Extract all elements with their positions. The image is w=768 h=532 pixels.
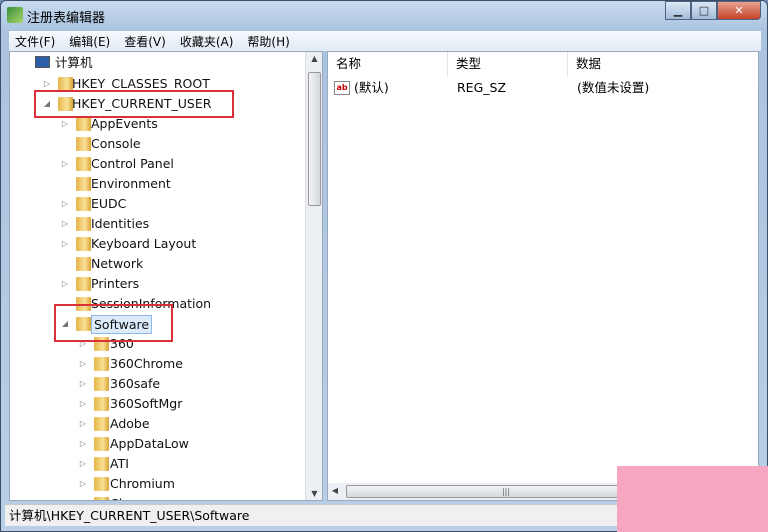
registry-editor-window: 注册表编辑器 ▁ □ ✕ 文件(F) 编辑(E) 查看(V) 收藏夹(A) 帮助… [0,0,768,532]
highlight-box-hkcu [34,90,234,118]
folder-icon [76,197,91,211]
folder-icon [94,357,109,371]
tree-node-label[interactable]: Keyboard Layout [91,234,196,254]
value-data: (数值未设置) [577,80,650,95]
expand-arrow-icon[interactable]: ▷ [78,474,88,494]
expand-arrow-icon[interactable]: ▷ [60,154,70,174]
tree-node-label[interactable]: 360safe [110,374,160,394]
folder-icon [76,177,91,191]
folder-icon [94,457,109,471]
folder-icon [76,157,91,171]
expand-arrow-icon[interactable]: ▷ [78,434,88,454]
folder-icon [94,377,109,391]
expand-arrow-icon[interactable]: ▷ [78,414,88,434]
expand-arrow-icon[interactable]: ▷ [78,354,88,374]
expand-arrow-icon[interactable]: ▷ [78,394,88,414]
expand-arrow-icon[interactable]: ▷ [60,214,70,234]
expand-arrow-icon[interactable]: ▷ [60,274,70,294]
menu-edit[interactable]: 编辑(E) [63,33,116,50]
column-header-data[interactable]: 数据 [568,52,760,76]
folder-icon [94,497,109,500]
tree-node[interactable]: ▷ AppDataLow [10,434,300,454]
tree-node[interactable]: ▷ Control Panel [10,154,300,174]
values-list[interactable]: 名称 类型 数据 ab (默认) REG_SZ (数值未设置) ◀ ||| [327,51,759,501]
folder-icon [76,217,91,231]
highlight-box-software [54,304,173,342]
tree-node[interactable]: ▷ Cl... [10,494,300,500]
value-type: REG_SZ [457,80,507,95]
expand-arrow-icon[interactable]: ▷ [60,234,70,254]
maximize-button[interactable]: □ [691,1,717,20]
tree-node[interactable]: ▷ 360Chrome [10,354,300,374]
window-title: 注册表编辑器 [27,11,106,26]
menu-view[interactable]: 查看(V) [118,33,172,50]
tree-node[interactable]: ◢计算机 [10,53,300,73]
tree-node[interactable]: ▷ Chromium [10,474,300,494]
string-value-icon: ab [334,81,350,95]
tree-node-label[interactable]: Chromium [110,474,175,494]
tree-node[interactable]: ▷ Adobe [10,414,300,434]
tree-node[interactable]: ▷ EUDC [10,194,300,214]
tree-node[interactable]: ▷ ATI [10,454,300,474]
tree-node-label[interactable]: 360Chrome [110,354,183,374]
tree-node-label[interactable]: Environment [91,174,171,194]
tree-node-label[interactable]: Adobe [110,414,150,434]
scroll-down-icon[interactable]: ▼ [306,489,322,498]
tree-node-label[interactable]: AppDataLow [110,434,189,454]
menu-favorites[interactable]: 收藏夹(A) [174,33,240,50]
expand-arrow-icon[interactable]: ▷ [78,374,88,394]
column-header-type[interactable]: 类型 [448,52,568,76]
folder-icon [94,417,109,431]
folder-icon [58,77,73,91]
scroll-up-icon[interactable]: ▲ [306,54,322,63]
folder-icon [76,117,91,131]
scroll-left-icon[interactable]: ◀ [328,486,342,495]
folder-icon [94,437,109,451]
column-header-name[interactable]: 名称 [328,52,448,76]
tree-node[interactable]: Environment [10,174,300,194]
folder-icon [76,277,91,291]
tree-node[interactable]: Network [10,254,300,274]
close-button[interactable]: ✕ [717,1,761,20]
folder-icon [76,137,91,151]
tree-node[interactable]: ▷ Printers [10,274,300,294]
pink-overlay-block [617,466,768,532]
tree-node-label[interactable]: EUDC [91,194,126,214]
menu-bar: 文件(F) 编辑(E) 查看(V) 收藏夹(A) 帮助(H) [9,31,761,51]
tree-node[interactable]: Console [10,134,300,154]
expand-arrow-icon[interactable]: ▷ [78,494,88,500]
expand-arrow-icon[interactable]: ▷ [60,194,70,214]
tree-node[interactable]: ▷ 360SoftMgr [10,394,300,414]
folder-icon [94,477,109,491]
folder-icon [94,397,109,411]
tree-node-label[interactable]: Network [91,254,143,274]
tree-node[interactable]: ▷ Identities [10,214,300,234]
tree-node-label[interactable]: 计算机 [55,53,93,73]
tree-node[interactable]: ▷ 360safe [10,374,300,394]
tree-node-label[interactable]: Printers [91,274,139,294]
scroll-thumb[interactable] [308,72,321,206]
tree-node-label[interactable]: Console [91,134,141,154]
tree-node-label[interactable]: Identities [91,214,149,234]
value-name[interactable]: (默认) [354,78,389,98]
menu-help[interactable]: 帮助(H) [241,33,295,50]
expand-arrow-icon[interactable]: ▷ [78,454,88,474]
tree-node-label[interactable]: Control Panel [91,154,174,174]
tree-vertical-scrollbar[interactable]: ▲ ▼ [305,52,322,500]
menu-file[interactable]: 文件(F) [9,33,61,50]
tree-node-label[interactable]: Cl... [110,494,134,500]
regedit-app-icon [7,7,23,23]
computer-icon [35,56,50,68]
tree-node[interactable]: ▷ Keyboard Layout [10,234,300,254]
tree-node-label[interactable]: ATI [110,454,129,474]
folder-icon [76,257,91,271]
minimize-button[interactable]: ▁ [665,1,691,20]
folder-icon [76,237,91,251]
registry-tree[interactable]: ▲ ▼ ◢计算机▷HKEY_CLASSES_ROOT◢HKEY_CURRENT_… [9,51,323,501]
tree-node-label[interactable]: 360SoftMgr [110,394,182,414]
